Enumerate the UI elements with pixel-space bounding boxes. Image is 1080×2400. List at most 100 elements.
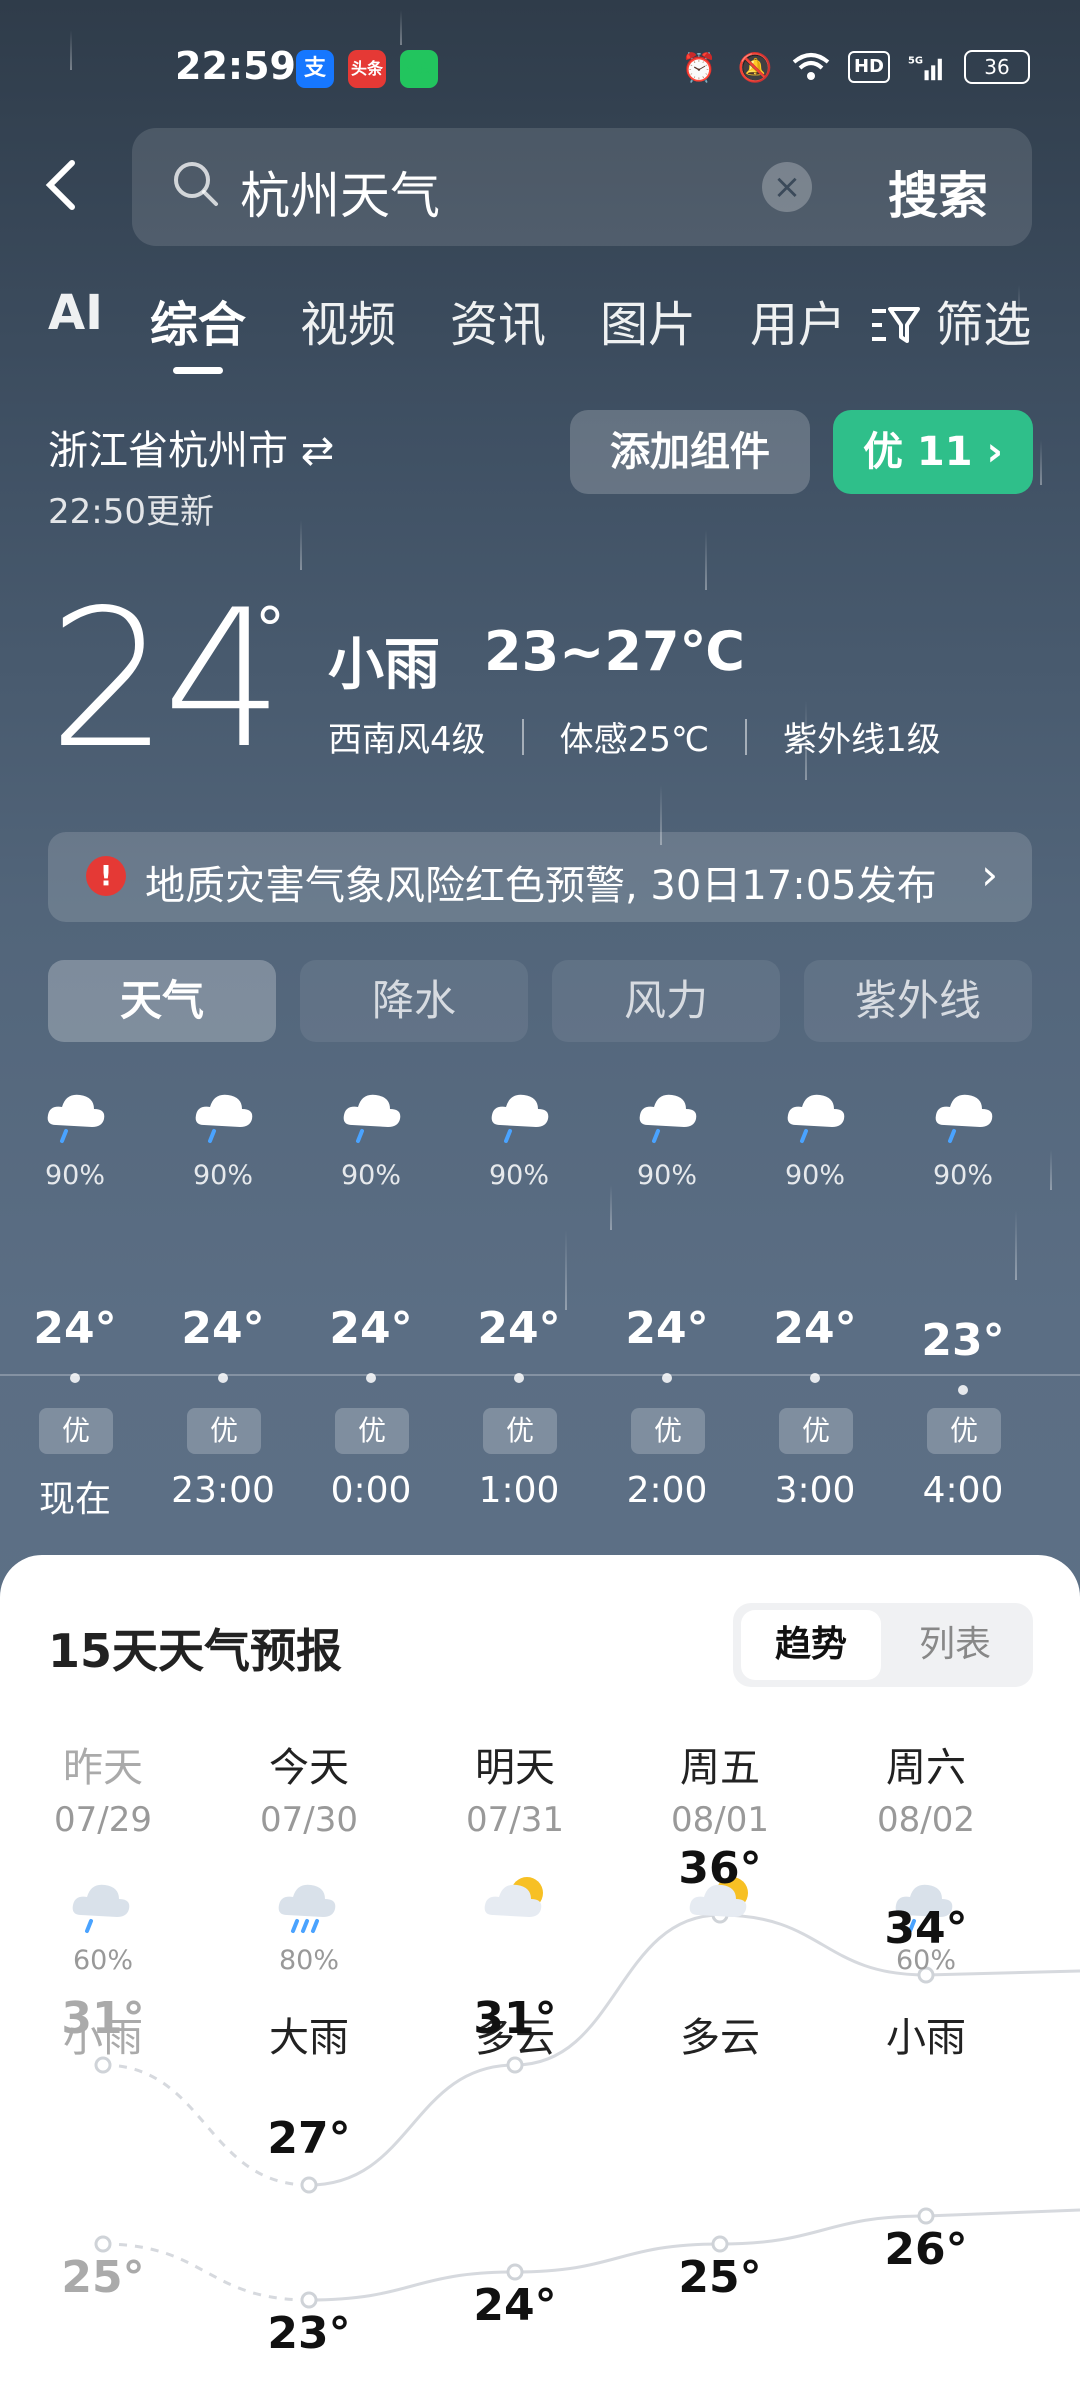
uv-index: 紫外线1级 [783, 720, 941, 760]
rain-cloud-icon [42, 1075, 112, 1145]
forecast-title: 15天天气预报 [48, 1624, 343, 1678]
location-selector[interactable]: 浙江省杭州市 ⇄ [48, 418, 334, 476]
tab-filter[interactable]: 筛选 [870, 285, 1031, 355]
filter-icon [870, 297, 935, 353]
rain-cloud-icon [190, 1075, 260, 1145]
day-date: 07/29 [54, 1800, 152, 1840]
tab-users[interactable]: 用户 [750, 285, 846, 355]
day-name: 昨天 [63, 1745, 143, 1791]
precip-probability: 90% [636, 1160, 697, 1191]
precip-probability: 60% [72, 1945, 133, 1976]
hourly-time: 0:00 [330, 1470, 412, 1511]
day-name: 周五 [680, 1745, 760, 1791]
day-condition: 多云 [680, 2015, 760, 2061]
back-icon[interactable] [40, 155, 90, 225]
alert-text: 地质灾害气象风险红色预警, 30日17:05发布 [145, 863, 937, 909]
temperature-range: 23~27℃ [484, 620, 745, 683]
precip-probability: 90% [192, 1160, 253, 1191]
battery-indicator: 36 [964, 50, 1030, 84]
hourly-temp: 24° [181, 1303, 265, 1354]
divider [521, 718, 524, 755]
mute-bell-icon: 🔕 [737, 50, 773, 84]
day-name: 明天 [475, 1745, 555, 1791]
divider [745, 718, 748, 755]
aqi-badge: 优 [187, 1408, 261, 1454]
segment-uv[interactable]: 紫外线 [804, 960, 1032, 1042]
clear-icon[interactable]: × [762, 162, 812, 212]
aqi-badge: 优 [39, 1408, 113, 1454]
status-bar: 22:59 支 头条 信息 ⏰ 🔕 HD 5G 36 [0, 0, 1080, 140]
chevron-right-icon: › [981, 850, 998, 899]
add-widget-button[interactable]: 添加组件 [570, 410, 810, 494]
low-temp: 25° [678, 2252, 762, 2303]
hourly-time: 1:00 [478, 1470, 560, 1511]
day-condition: 小雨 [886, 2015, 966, 2061]
high-temp: 31° [61, 1993, 145, 2044]
aqi-button[interactable]: 优 11 › [833, 410, 1033, 494]
tab-comprehensive[interactable]: 综合 [150, 285, 246, 355]
rain-cloud-icon [67, 1865, 139, 1937]
switch-location-icon: ⇄ [300, 428, 335, 474]
high-temp: 34° [884, 1903, 968, 1954]
aqi-badge: 优 [335, 1408, 409, 1454]
precip-probability: 90% [340, 1160, 401, 1191]
rain-cloud-icon [486, 1075, 556, 1145]
aqi-badge: 优 [779, 1408, 853, 1454]
hourly-temp: 24° [773, 1303, 857, 1354]
weather-alert-banner[interactable]: ! 地质灾害气象风险红色预警, 30日17:05发布 › [48, 832, 1032, 922]
search-bar[interactable]: 杭州天气 × 搜索 [132, 128, 1032, 246]
day-date: 07/31 [466, 1800, 564, 1840]
precip-probability: 90% [932, 1160, 993, 1191]
feels-like: 体感25℃ [559, 720, 710, 760]
rain-cloud-icon [782, 1075, 852, 1145]
segment-weather[interactable]: 天气 [48, 960, 276, 1042]
wifi-icon [792, 48, 830, 86]
low-temp: 26° [884, 2224, 968, 2275]
tab-news[interactable]: 资讯 [450, 285, 546, 355]
temp-point [514, 1373, 524, 1383]
location-name: 浙江省杭州市 [48, 428, 288, 474]
hourly-time: 3:00 [774, 1470, 856, 1511]
tab-images[interactable]: 图片 [600, 285, 696, 355]
filter-label: 筛选 [935, 297, 1032, 353]
search-button[interactable]: 搜索 [888, 156, 988, 228]
current-condition: 小雨 [328, 633, 440, 698]
tab-ai[interactable]: AI [48, 285, 103, 341]
low-temp: 23° [267, 2308, 351, 2359]
segment-wind[interactable]: 风力 [552, 960, 780, 1042]
temp-point [218, 1373, 228, 1383]
day-date: 08/01 [671, 1800, 769, 1840]
status-icons: ⏰ 🔕 HD 5G 36 [680, 48, 1030, 86]
hourly-temp: 24° [477, 1303, 561, 1354]
current-temperature: 24 [48, 569, 284, 790]
list-view-button[interactable]: 列表 [885, 1610, 1025, 1680]
trend-view-button[interactable]: 趋势 [741, 1610, 881, 1680]
day-date: 07/30 [260, 1800, 358, 1840]
tab-video[interactable]: 视频 [300, 285, 396, 355]
wind-info: 西南风4级 [328, 720, 486, 760]
signal-icon: 5G [908, 48, 946, 86]
precip-probability: 80% [278, 1945, 339, 1976]
hourly-temp: 23° [921, 1315, 1005, 1366]
alipay-app-icon: 支 [296, 50, 334, 88]
update-time: 22:50更新 [48, 492, 214, 532]
day-name: 周六 [886, 1745, 966, 1791]
rain-cloud-icon [338, 1075, 408, 1145]
day-name: 今天 [269, 1745, 349, 1791]
messages-app-icon: 信息 [400, 50, 438, 88]
hourly-time: 2:00 [626, 1470, 708, 1511]
aqi-badge: 优 [483, 1408, 557, 1454]
hourly-temp: 24° [329, 1303, 413, 1354]
view-toggle: 趋势 列表 [733, 1603, 1033, 1687]
toutiao-app-icon: 头条 [348, 50, 386, 88]
search-input[interactable]: 杭州天气 [240, 156, 440, 228]
segment-precipitation[interactable]: 降水 [300, 960, 528, 1042]
forecast-card: 15天天气预报 趋势 列表 昨天 07/29 60% 小雨 31° 25° 今天 07/30 8… [0, 1555, 1080, 2400]
aqi-label: 优 11 [862, 429, 973, 475]
aqi-badge: 优 [927, 1408, 1001, 1454]
rain-cloud-icon [930, 1075, 1000, 1145]
high-temp: 27° [267, 2113, 351, 2164]
low-temp: 24° [473, 2280, 557, 2331]
alarm-icon: ⏰ [681, 50, 717, 84]
hourly-time: 4:00 [922, 1470, 1004, 1511]
